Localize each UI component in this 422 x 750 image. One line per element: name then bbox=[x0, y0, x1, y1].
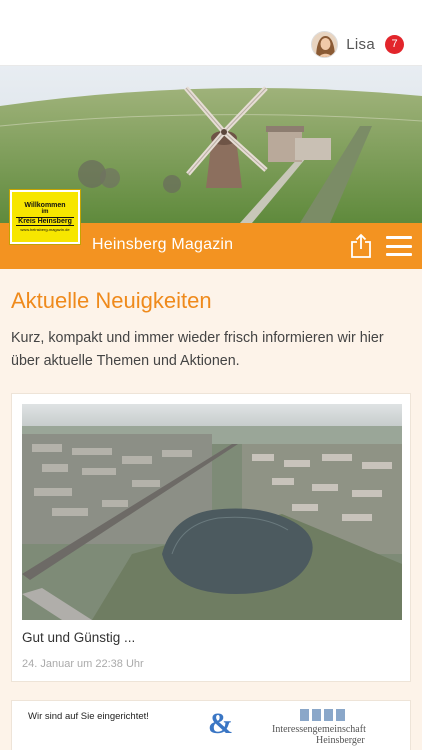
section-intro: Kurz, kompakt und immer wieder frisch in… bbox=[11, 330, 384, 369]
article-card[interactable]: Gut und Günstig ... 24. Januar um 22:38 … bbox=[11, 393, 411, 682]
site-title[interactable]: Heinsberg Magazin bbox=[92, 236, 233, 254]
article-date: 24. Januar um 22:38 Uhr bbox=[22, 658, 144, 670]
ad-banner[interactable]: Wir sind auf Sie eingerichtet! & Interes… bbox=[22, 707, 402, 750]
ad-org-line-2: Heinsberger bbox=[316, 735, 365, 746]
logo-line-3: Kreis Heinsberg bbox=[16, 216, 74, 226]
top-bar: Lisa 7 bbox=[0, 0, 422, 66]
ad-org-line-1: Interessengemeinschaft bbox=[272, 724, 366, 735]
menu-icon-bar bbox=[386, 244, 412, 248]
menu-icon-bar bbox=[386, 236, 412, 239]
logo-line-2: im bbox=[41, 209, 49, 216]
menu-icon-bar bbox=[386, 253, 412, 256]
share-icon bbox=[351, 233, 371, 258]
avatar[interactable] bbox=[311, 30, 339, 58]
site-logo[interactable]: Willkommen im Kreis Heinsberg www.heinsb… bbox=[10, 190, 80, 244]
ad-card[interactable]: Wir sind auf Sie eingerichtet! & Interes… bbox=[11, 700, 411, 750]
ad-text: Wir sind auf Sie eingerichtet! bbox=[28, 711, 149, 722]
columns-icon bbox=[300, 709, 345, 721]
hamburger-menu-button[interactable] bbox=[386, 236, 412, 256]
section-title: Aktuelle Neuigkeiten bbox=[11, 288, 212, 313]
article-image[interactable] bbox=[22, 404, 402, 620]
share-button[interactable] bbox=[348, 232, 374, 260]
user-profile[interactable]: Lisa 7 bbox=[311, 30, 404, 58]
ad-ampersand-logo: & bbox=[208, 707, 233, 740]
notification-badge[interactable]: 7 bbox=[385, 34, 404, 54]
logo-line-4: www.heinsberg-magazin.de bbox=[20, 226, 70, 232]
logo-line-1: Willkommen bbox=[24, 201, 66, 209]
article-title[interactable]: Gut und Günstig ... bbox=[22, 630, 135, 645]
user-name[interactable]: Lisa bbox=[346, 36, 375, 53]
